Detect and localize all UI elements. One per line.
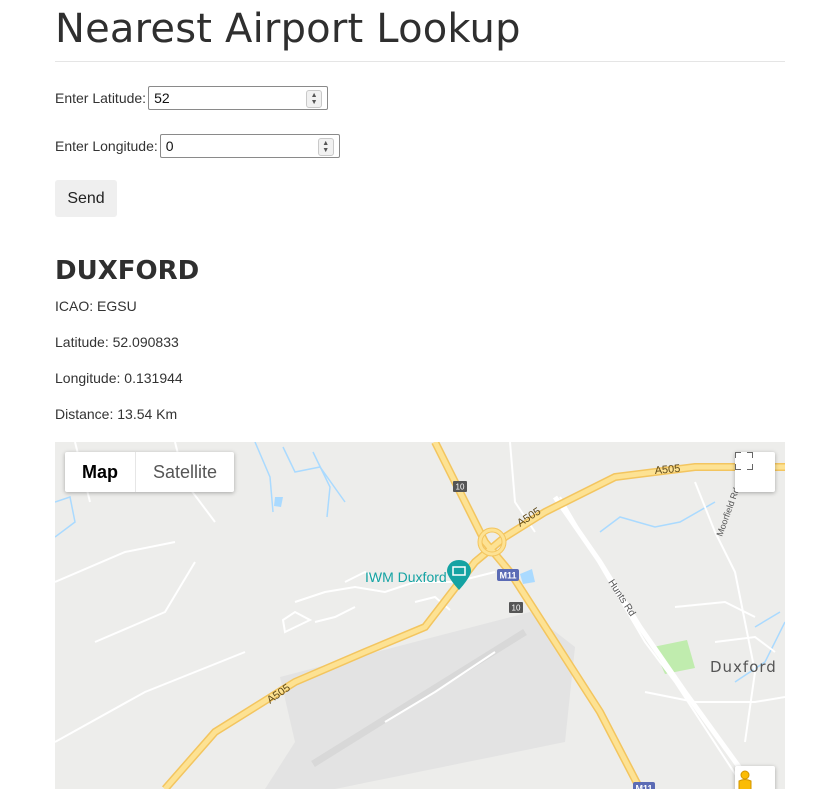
road-label-a505-east: A505 xyxy=(654,463,681,477)
longitude-text: Longitude: 0.131944 xyxy=(55,370,183,386)
pond xyxy=(274,497,283,507)
map[interactable]: M11 M11 10 10 A505 A505 A505 Hunts Rd Mo… xyxy=(55,442,785,789)
map-type-control: Map Satellite xyxy=(65,452,235,492)
fullscreen-icon xyxy=(735,452,753,470)
map-canvas[interactable]: M11 M11 10 10 A505 A505 A505 Hunts Rd Mo… xyxy=(55,442,785,789)
longitude-stepper[interactable]: ▲ ▼ xyxy=(317,138,334,156)
road-label-hunts: Hunts Rd xyxy=(605,578,637,619)
longitude-value: 0 xyxy=(165,138,174,154)
distance-text: Distance: 13.54 Km xyxy=(55,406,178,422)
latitude-stepper[interactable]: ▲ ▼ xyxy=(306,90,323,108)
latitude-text: Latitude: 52.090833 xyxy=(55,334,179,350)
lake xyxy=(520,569,535,584)
longitude-input[interactable]: 0 ▲ ▼ xyxy=(159,134,340,158)
junction-label: 10 xyxy=(456,483,465,492)
page-title: Nearest Airport Lookup xyxy=(55,6,521,52)
motorway-shield-label-bottom: M11 xyxy=(635,784,652,789)
send-button[interactable]: Send xyxy=(55,180,117,217)
map-type-map-button[interactable]: Map xyxy=(65,452,135,492)
longitude-row: Enter Longitude: 0 ▲ ▼ xyxy=(55,134,340,158)
motorway-shield-label: M11 xyxy=(499,571,516,581)
fullscreen-button[interactable] xyxy=(735,452,775,492)
road-label-moorfield: Moorfield Rd xyxy=(714,486,741,537)
icao-text: ICAO: EGSU xyxy=(55,298,137,314)
latitude-value: 52 xyxy=(154,90,170,106)
map-type-satellite-button[interactable]: Satellite xyxy=(135,452,234,492)
junction-label-2: 10 xyxy=(512,604,521,613)
latitude-row: Enter Latitude: 52 ▲ ▼ xyxy=(55,86,329,110)
airport-name: DUXFORD xyxy=(55,256,200,286)
street-view-button[interactable] xyxy=(735,766,775,789)
hunts-road xyxy=(552,495,758,789)
poi-label: IWM Duxford xyxy=(365,569,447,585)
longitude-label: Enter Longitude: xyxy=(55,138,158,154)
pegman-icon xyxy=(738,770,752,789)
town-label: Duxford xyxy=(710,658,777,676)
latitude-input[interactable]: 52 ▲ ▼ xyxy=(148,86,329,110)
title-divider xyxy=(55,61,785,62)
latitude-label: Enter Latitude: xyxy=(55,90,147,106)
